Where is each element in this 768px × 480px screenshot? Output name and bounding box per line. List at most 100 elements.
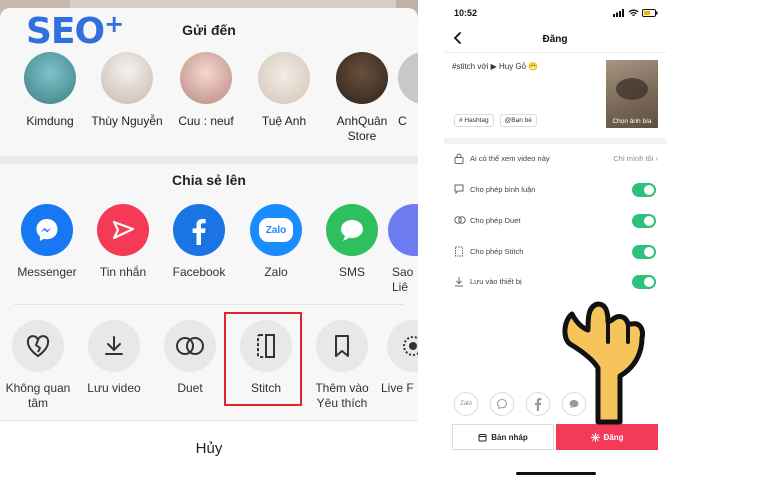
- share-facebook[interactable]: Facebook: [162, 204, 236, 280]
- contact-name: Cuu : neuf: [178, 114, 234, 128]
- copy-link-icon: [388, 204, 418, 256]
- save-device-icon: [455, 277, 463, 287]
- share-copy-link[interactable]: Sao Liê: [388, 204, 418, 295]
- sparkle-icon: [590, 432, 600, 442]
- save-device-row: Lưu vào thiết bị: [444, 272, 666, 292]
- not-interested-action[interactable]: Không quan tâm: [1, 320, 75, 411]
- post-button[interactable]: Đăng: [556, 424, 658, 450]
- stitch-small-icon: [455, 246, 463, 257]
- contact-item[interactable]: C: [398, 52, 418, 129]
- setting-label: Cho phép Stitch: [470, 247, 524, 256]
- avatar: [180, 52, 232, 104]
- add-favorite-action[interactable]: Thêm vào Yêu thích: [305, 320, 379, 411]
- duet-action[interactable]: Duet: [153, 320, 227, 396]
- facebook-icon: [173, 204, 225, 256]
- bookmark-icon: [316, 320, 368, 372]
- action-label: Duet: [177, 381, 203, 395]
- action-label: Thêm vào Yêu thích: [315, 381, 369, 410]
- cover-thumbnail[interactable]: Chọn ảnh bìa: [606, 60, 658, 128]
- messenger-icon: [21, 204, 73, 256]
- divider: [14, 304, 404, 305]
- send-message-icon: [97, 204, 149, 256]
- section-separator: [0, 156, 418, 164]
- signal-icon: [613, 9, 624, 17]
- cancel-button[interactable]: Hủy: [0, 440, 418, 457]
- action-label: Live F: [381, 381, 414, 395]
- status-time: 10:52: [454, 8, 478, 18]
- share-zalo[interactable]: Zalo Zalo: [239, 204, 313, 280]
- stitch-highlight-box: [224, 312, 302, 406]
- hashtag-chip[interactable]: # Hashtag: [454, 114, 494, 127]
- contact-item[interactable]: Tuệ Anh: [246, 52, 322, 129]
- allow-duet-row: Cho phép Duet: [444, 211, 666, 231]
- action-label: Không quan tâm: [5, 381, 71, 410]
- download-icon: [88, 320, 140, 372]
- caption-chips: # Hashtag @Bạn bè: [454, 114, 537, 127]
- select-cover-label: Chọn ảnh bìa: [612, 118, 652, 125]
- contact-name: Tuệ Anh: [261, 114, 307, 128]
- contact-name: AnhQuân Store: [336, 114, 388, 143]
- share-message[interactable]: Tin nhắn: [86, 204, 160, 280]
- mention-chip[interactable]: @Bạn bè: [499, 114, 537, 127]
- app-label: Sao Liê: [392, 265, 414, 294]
- zalo-share-icon[interactable]: Zalo: [454, 392, 478, 416]
- share-to-title: Chia sẻ lên: [172, 172, 246, 188]
- save-video-action[interactable]: Lưu video: [77, 320, 151, 396]
- avatar: [336, 52, 388, 104]
- status-bar: 10:52: [444, 8, 666, 22]
- zalo-icon: Zalo: [250, 204, 302, 256]
- contact-list: Kimdung Thùy Nguyễn Cuu : neuf Tuệ Anh A…: [0, 52, 418, 152]
- allow-comments-row: Cho phép bình luận: [444, 180, 666, 200]
- setting-label: Cho phép Duet: [470, 216, 521, 225]
- avatar: [258, 52, 310, 104]
- stitch-toggle[interactable]: [632, 245, 656, 259]
- share-sms[interactable]: SMS: [315, 204, 389, 280]
- duet-toggle[interactable]: [632, 214, 656, 228]
- draft-button[interactable]: Bản nháp: [452, 424, 554, 450]
- contact-item[interactable]: Thùy Nguyễn: [89, 52, 165, 129]
- comments-toggle[interactable]: [632, 183, 656, 197]
- avatar: [101, 52, 153, 104]
- privacy-value: Chỉ mình tôi ›: [613, 154, 658, 163]
- broken-heart-icon: [12, 320, 64, 372]
- contact-item[interactable]: Cuu : neuf: [168, 52, 244, 129]
- status-icons: [613, 9, 658, 17]
- contact-item[interactable]: AnhQuân Store: [324, 52, 400, 144]
- home-indicator: [516, 472, 596, 475]
- duet-icon: [164, 320, 216, 372]
- wifi-icon: [628, 9, 639, 17]
- duet-small-icon: [454, 216, 466, 224]
- share-sheet-screenshot: SEO+ Gửi đến Kimdung Thùy Nguyễn Cuu : n…: [0, 0, 418, 480]
- app-label: Facebook: [172, 265, 226, 279]
- live-icon: [387, 320, 418, 372]
- live-action[interactable]: Live F: [381, 320, 418, 396]
- privacy-row[interactable]: Ai có thể xem video này Chỉ mình tôi ›: [444, 149, 666, 169]
- battery-icon: [642, 9, 658, 17]
- lock-icon: [454, 153, 464, 164]
- avatar: [398, 52, 418, 104]
- pointing-hand-icon: [562, 301, 645, 425]
- page-title: Đăng: [542, 34, 568, 45]
- app-label: SMS: [338, 265, 365, 279]
- section-band: [444, 138, 666, 144]
- caption-input[interactable]: #stitch với ▶ Huy Gỏ 😁: [452, 62, 538, 71]
- comment-icon: [454, 184, 464, 194]
- setting-label: Lưu vào thiết bị: [470, 277, 522, 286]
- contact-item[interactable]: Kimdung: [12, 52, 88, 129]
- share-messenger[interactable]: Messenger: [10, 204, 84, 280]
- contact-name: C: [398, 114, 407, 128]
- facebook-share-icon[interactable]: [526, 392, 550, 416]
- action-label: Lưu video: [87, 381, 141, 395]
- send-to-title: Gửi đến: [182, 22, 236, 38]
- contact-name: Kimdung: [26, 114, 74, 128]
- top-nav: Đăng: [444, 26, 666, 53]
- app-label: Zalo: [264, 265, 288, 279]
- save-device-toggle[interactable]: [632, 275, 656, 289]
- messenger-share-icon[interactable]: [490, 392, 514, 416]
- allow-stitch-row: Cho phép Stitch: [444, 242, 666, 262]
- app-label: Messenger: [17, 265, 77, 279]
- privacy-label: Ai có thể xem video này: [470, 154, 550, 163]
- app-label: Tin nhắn: [99, 265, 147, 279]
- avatar: [24, 52, 76, 104]
- sms-icon: [326, 204, 378, 256]
